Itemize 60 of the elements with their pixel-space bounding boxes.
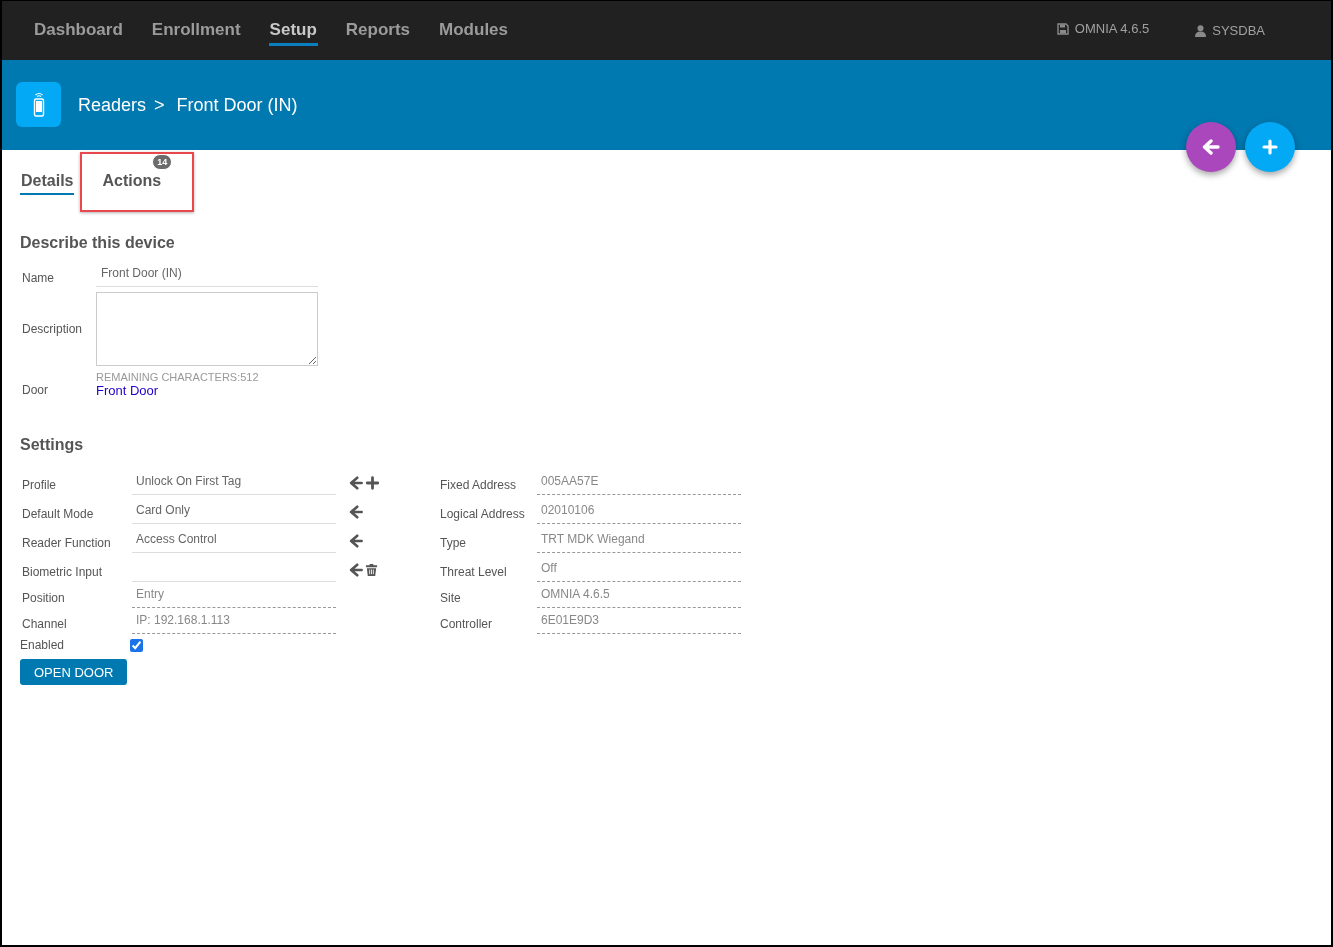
field-label: Reader Function <box>22 536 112 552</box>
section-heading: Settings <box>20 436 85 454</box>
name-field[interactable]: Front Door (IN) <box>96 264 318 287</box>
arrow-left-icon[interactable] <box>348 563 363 577</box>
count-badge: 14 <box>152 154 173 170</box>
description-field[interactable] <box>96 292 318 366</box>
arrow-left-icon[interactable] <box>348 505 363 519</box>
nav-tab[interactable]: Setup <box>268 15 318 46</box>
readonly-field: Off <box>537 561 741 582</box>
back-button[interactable] <box>1186 122 1236 172</box>
readonly-field: 02010106 <box>537 503 741 524</box>
field-label: Door <box>22 383 49 398</box>
nav-tab[interactable]: Enrollment <box>150 15 242 46</box>
readonly-field: IP: 192.168.1.113 <box>132 613 336 634</box>
trash-icon[interactable] <box>365 563 378 577</box>
field-label: Position <box>22 591 66 607</box>
breadcrumb-item: Front Door (IN) <box>176 94 298 116</box>
plus-icon <box>1262 139 1278 155</box>
section-heading: Describe this device <box>20 234 176 252</box>
arrow-left-icon <box>1202 139 1220 155</box>
readonly-field: OMNIA 4.6.5 <box>537 587 741 608</box>
field-label: Channel <box>22 617 68 633</box>
breadcrumb-item[interactable]: Readers <box>78 94 147 116</box>
user-name[interactable]: SYSDBA <box>1212 23 1265 38</box>
field-label: Threat Level <box>440 565 508 581</box>
tab[interactable]: Actions <box>101 172 163 195</box>
user-icon <box>1195 24 1207 37</box>
field-label: Profile <box>22 478 57 494</box>
readonly-field: 6E01E9D3 <box>537 613 741 634</box>
remaining-characters: REMAINING CHARACTERS:512 <box>96 371 260 383</box>
readonly-field: TRT MDK Wiegand <box>537 532 741 553</box>
arrow-left-icon[interactable] <box>348 476 363 490</box>
field-label: Type <box>440 536 467 552</box>
readonly-field: 005AA57E <box>537 474 741 495</box>
phone-wireless-icon <box>31 91 46 117</box>
field-label: Biometric Input <box>22 565 104 581</box>
plus-icon[interactable] <box>365 476 380 490</box>
field-label: Name <box>22 271 55 285</box>
dropdown-field[interactable]: Access Control <box>132 532 336 553</box>
readonly-field: Entry <box>132 587 336 608</box>
door-link[interactable]: Front Door <box>96 383 318 398</box>
field-label: Fixed Address <box>440 478 518 494</box>
tab[interactable]: Details <box>20 172 75 195</box>
nav-tab[interactable]: Modules <box>438 15 509 46</box>
nav-tab[interactable]: Reports <box>344 15 412 46</box>
field-label: Enabled <box>20 638 66 652</box>
add-button[interactable] <box>1245 122 1295 172</box>
open-door-button[interactable]: OPEN DOOR <box>20 659 128 685</box>
field-label: Default Mode <box>22 507 95 523</box>
field-label: Site <box>440 591 462 607</box>
dropdown-field[interactable]: Card Only <box>132 503 336 524</box>
dropdown-field[interactable]: Unlock On First Tag <box>132 474 336 495</box>
breadcrumb-separator: > <box>154 94 165 116</box>
field-label: Description <box>22 322 84 336</box>
arrow-left-icon[interactable] <box>348 534 363 548</box>
nav-tab[interactable]: Dashboard <box>33 15 124 46</box>
version-label: OMNIA 4.6.5 <box>1074 21 1150 36</box>
enabled-checkbox[interactable] <box>130 638 143 652</box>
field-label: Logical Address <box>440 507 526 523</box>
field-label: Controller <box>440 617 494 633</box>
